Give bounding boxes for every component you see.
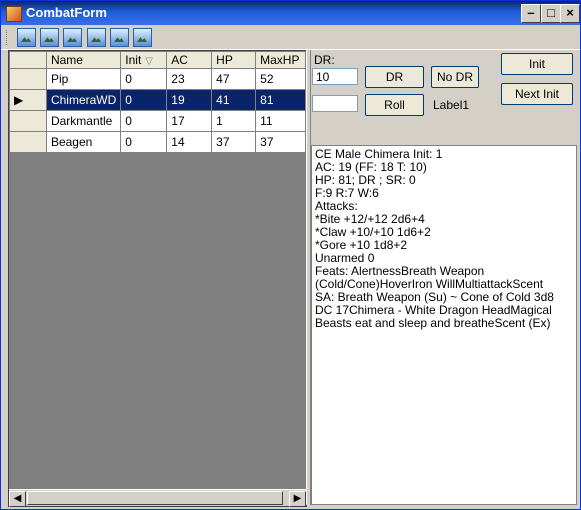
cell-name[interactable]: Beagen [45, 131, 122, 153]
cell-ac[interactable]: 23 [166, 68, 213, 90]
row-header[interactable] [9, 110, 47, 132]
label1: Label1 [433, 98, 470, 112]
image-icon[interactable] [87, 28, 106, 47]
column-header-hp[interactable]: HP [211, 51, 257, 69]
cell-hp[interactable]: 37 [211, 131, 257, 153]
details-textbox[interactable]: CE Male Chimera Init: 1 AC: 19 (FF: 18 T… [311, 145, 577, 505]
cell-name[interactable]: Darkmantle [45, 110, 122, 132]
cell-hp[interactable]: 1 [211, 110, 257, 132]
no-dr-button[interactable]: No DR [431, 66, 479, 88]
image-icon[interactable] [110, 28, 129, 47]
init-button[interactable]: Init [501, 53, 573, 75]
cell-init[interactable]: 0 [120, 68, 168, 90]
image-icon[interactable] [133, 28, 152, 47]
image-icon[interactable] [40, 28, 59, 47]
cell-init[interactable]: 0 [120, 110, 168, 132]
combatant-table: Name Init ▽ AC HP MaxHP Pip 0 23 47 52 ▶ … [9, 51, 306, 153]
cell-maxhp[interactable]: 52 [255, 68, 306, 90]
scroll-left-icon[interactable]: ◀ [9, 491, 26, 507]
maximize-button[interactable]: □ [541, 4, 561, 23]
cell-ac[interactable]: 17 [166, 110, 213, 132]
dr-button[interactable]: DR [365, 66, 424, 88]
details-line: Feats: AlertnessBreath Weapon (Cold/Cone… [315, 264, 544, 291]
cell-hp[interactable]: 47 [211, 68, 257, 90]
app-icon [6, 6, 22, 22]
sort-descending-icon: ▽ [145, 56, 153, 67]
image-icon[interactable] [17, 28, 36, 47]
details-line: SA: Breath Weapon (Su) ~ Cone of Cold 3d… [315, 290, 554, 330]
cell-hp[interactable]: 41 [211, 89, 257, 111]
row-header-current[interactable]: ▶ [9, 89, 47, 111]
grid-header-row: Name Init ▽ AC HP MaxHP [9, 51, 306, 69]
horizontal-scrollbar[interactable]: ◀ ▶ [9, 489, 306, 507]
column-header-maxhp[interactable]: MaxHP [255, 51, 306, 69]
table-row[interactable]: Pip 0 23 47 52 [9, 68, 306, 90]
table-row[interactable]: Darkmantle 0 17 1 11 [9, 110, 306, 132]
table-row[interactable]: Beagen 0 14 37 37 [9, 131, 306, 153]
table-row-selected[interactable]: ▶ ChimeraWD 0 19 41 81 [9, 89, 306, 111]
cell-ac[interactable]: 19 [166, 89, 213, 111]
cell-maxhp[interactable]: 81 [255, 89, 306, 111]
cell-name[interactable]: ChimeraWD [45, 89, 122, 111]
cell-init[interactable]: 0 [120, 131, 168, 153]
next-init-button[interactable]: Next Init [501, 83, 573, 105]
cell-ac[interactable]: 14 [166, 131, 213, 153]
cell-maxhp[interactable]: 37 [255, 131, 306, 153]
toolbar [1, 25, 580, 50]
row-header[interactable] [9, 131, 47, 153]
column-header-init[interactable]: Init ▽ [120, 51, 168, 69]
roll-input[interactable] [312, 95, 358, 112]
cell-init[interactable]: 0 [120, 89, 168, 111]
row-header-corner [9, 51, 47, 69]
minimize-button[interactable]: – [521, 4, 541, 23]
title-bar: CombatForm – □ × [1, 1, 580, 25]
toolbar-grip-icon[interactable] [6, 30, 10, 45]
cell-name[interactable]: Pip [45, 68, 122, 90]
cell-maxhp[interactable]: 11 [255, 110, 306, 132]
column-header-ac[interactable]: AC [166, 51, 213, 69]
combat-form-window: CombatForm – □ × Name Init ▽ AC HP MaxHP … [0, 0, 581, 510]
image-icon[interactable] [63, 28, 82, 47]
dr-label: DR: [314, 53, 335, 67]
scroll-right-icon[interactable]: ▶ [289, 491, 306, 507]
current-row-arrow-icon: ▶ [14, 93, 24, 107]
combatant-grid[interactable]: Name Init ▽ AC HP MaxHP Pip 0 23 47 52 ▶ … [8, 50, 307, 507]
row-header[interactable] [9, 68, 47, 90]
column-header-name[interactable]: Name [45, 51, 122, 69]
window-title: CombatForm [26, 5, 107, 20]
scroll-thumb[interactable] [27, 491, 283, 505]
close-button[interactable]: × [560, 4, 580, 23]
dr-input[interactable] [312, 68, 358, 85]
roll-button[interactable]: Roll [365, 94, 424, 116]
